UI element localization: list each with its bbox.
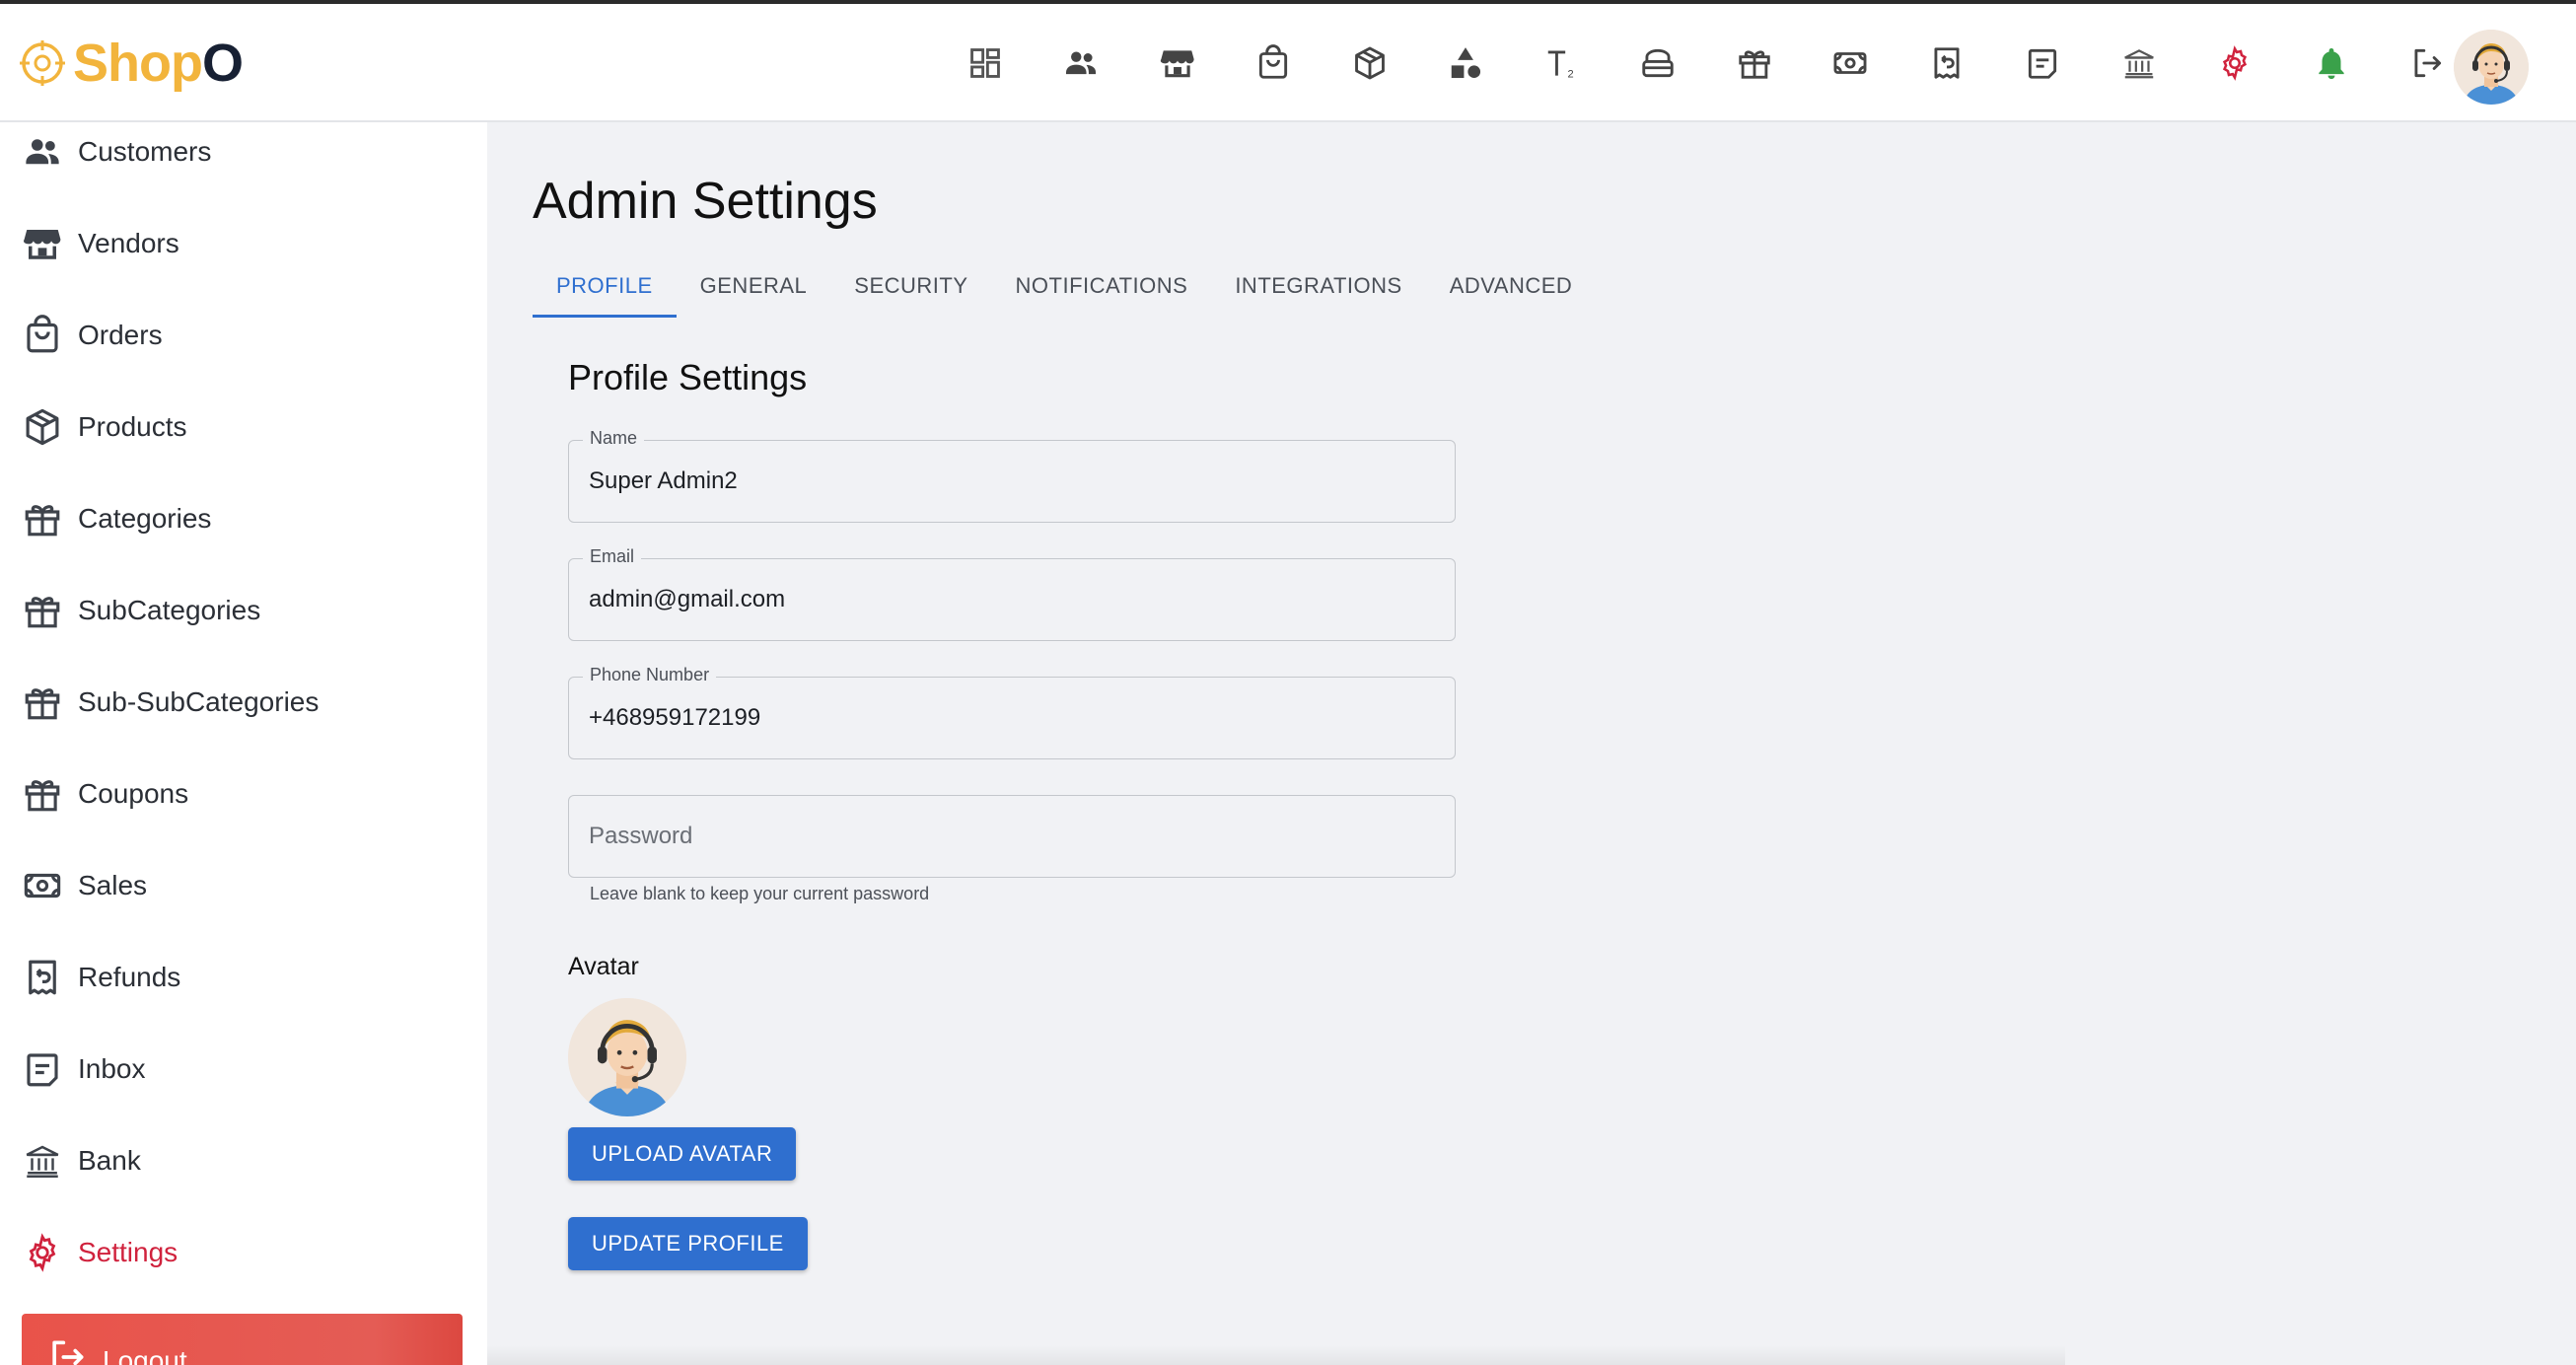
settings-icon <box>29 1233 56 1272</box>
sidebar-item-label: Sales <box>78 870 148 900</box>
avatar-label: Avatar <box>568 953 639 980</box>
main-content: Admin Settings PROFILE GENERAL SECURITY … <box>487 122 2576 1365</box>
shopo-logo[interactable]: ShopO <box>20 33 244 94</box>
user-avatar[interactable] <box>2454 30 2529 105</box>
sidebar-item-label: Categories <box>78 503 212 534</box>
sales-icon[interactable] <box>1803 28 1899 99</box>
password-field <box>568 795 1456 878</box>
settings-icon[interactable] <box>2187 28 2284 99</box>
sidebar-item-label: Settings <box>78 1237 179 1267</box>
sidebar-item-label: Coupons <box>78 778 189 809</box>
avatar-image <box>2454 30 2529 105</box>
sidebar-item-sales[interactable]: Sales <box>22 856 465 915</box>
products-icon[interactable] <box>1322 28 1418 99</box>
sidebar-item-label: Inbox <box>78 1053 146 1084</box>
tab-security[interactable]: SECURITY <box>830 256 991 316</box>
settings-tabs: PROFILE GENERAL SECURITY NOTIFICATIONS I… <box>533 256 1597 318</box>
tab-advanced[interactable]: ADVANCED <box>1426 256 1597 316</box>
sidebar-item-label: Refunds <box>78 962 181 992</box>
subcategories-icon[interactable]: 2 <box>1514 28 1610 99</box>
upload-avatar-button[interactable]: UPLOAD AVATAR <box>568 1127 797 1181</box>
coupons-icon[interactable] <box>1706 28 1803 99</box>
sidebar-item-customers[interactable]: Customers <box>22 122 465 181</box>
sidebar: Customers Vendors Orders Products Catego… <box>0 122 487 1365</box>
sidebar-item-bank[interactable]: Bank <box>22 1131 465 1190</box>
logout-label: Logout <box>103 1345 187 1365</box>
sidebar-item-sub-subcategories[interactable]: Sub-SubCategories <box>22 673 465 732</box>
sidebar-item-orders[interactable]: Orders <box>22 306 465 365</box>
logout-icon <box>52 1340 84 1365</box>
update-profile-button[interactable]: UPDATE PROFILE <box>568 1217 808 1270</box>
logo-text-o: O <box>201 34 244 93</box>
sidebar-item-label: Vendors <box>78 228 179 258</box>
sidebar-item-categories[interactable]: Categories <box>22 489 465 548</box>
sidebar-item-label: Sub-SubCategories <box>78 686 320 717</box>
logo-text-shop: Shop <box>73 34 203 93</box>
sidebar-item-vendors[interactable]: Vendors <box>22 214 465 273</box>
bottom-fade <box>487 1345 2065 1365</box>
sidebar-item-label: Orders <box>78 320 163 350</box>
inbox-icon <box>27 1053 58 1087</box>
password-helper-text: Leave blank to keep your current passwor… <box>590 884 930 903</box>
customers-icon <box>26 139 59 165</box>
avatar-image <box>568 998 686 1116</box>
password-input[interactable] <box>589 796 1437 877</box>
orders-icon[interactable] <box>1226 28 1323 99</box>
dashboard-icon[interactable] <box>937 28 1034 99</box>
vendors-icon <box>24 230 61 259</box>
phone-input[interactable] <box>589 678 1437 758</box>
page-title: Admin Settings <box>533 173 878 230</box>
sales-icon <box>24 873 61 898</box>
sidebar-item-label: Customers <box>78 136 212 167</box>
name-input[interactable] <box>589 441 1437 522</box>
sub-subcategories-icon[interactable] <box>1610 28 1707 99</box>
sidebar-item-inbox[interactable]: Inbox <box>22 1040 465 1099</box>
subcategories-gift-icon <box>25 597 60 628</box>
logo-target-icon <box>20 40 65 86</box>
tab-profile[interactable]: PROFILE <box>533 256 677 318</box>
refunds-icon <box>29 960 56 995</box>
tab-integrations[interactable]: INTEGRATIONS <box>1211 256 1425 316</box>
products-icon <box>26 408 59 446</box>
inbox-icon[interactable] <box>1995 28 2092 99</box>
orders-icon <box>27 315 58 353</box>
logo-text: ShopO <box>73 33 244 94</box>
sidebar-item-label: Bank <box>78 1145 141 1176</box>
notifications-bell-icon[interactable] <box>2283 28 2380 99</box>
svg-text:2: 2 <box>1567 68 1573 80</box>
bank-icon[interactable] <box>2091 28 2187 99</box>
refunds-icon[interactable] <box>1898 28 1995 99</box>
email-input[interactable] <box>589 559 1437 640</box>
top-header: ShopO 2 <box>0 4 2576 122</box>
sidebar-item-products[interactable]: Products <box>22 397 465 457</box>
tab-notifications[interactable]: NOTIFICATIONS <box>992 256 1212 316</box>
sidebar-item-label: SubCategories <box>78 595 261 625</box>
tab-general[interactable]: GENERAL <box>677 256 831 316</box>
categories-icon[interactable] <box>1418 28 1515 99</box>
email-field: Email <box>568 546 1456 641</box>
sub-subcategories-gift-icon <box>25 688 60 720</box>
profile-avatar-preview <box>568 998 686 1116</box>
sidebar-item-coupons[interactable]: Coupons <box>22 764 465 824</box>
name-field: Name <box>568 428 1456 523</box>
sidebar-item-label: Products <box>78 411 187 442</box>
categories-gift-icon <box>25 505 60 537</box>
phone-field: Phone Number <box>568 665 1456 759</box>
sidebar-item-refunds[interactable]: Refunds <box>22 948 465 1007</box>
vendors-icon[interactable] <box>1129 28 1226 99</box>
coupons-gift-icon <box>25 780 60 812</box>
header-nav-icons: 2 <box>937 28 2475 99</box>
customers-icon[interactable] <box>1034 28 1130 99</box>
sidebar-item-settings[interactable]: Settings <box>22 1223 465 1282</box>
bank-icon <box>26 1145 59 1178</box>
sidebar-item-subcategories[interactable]: SubCategories <box>22 581 465 640</box>
logout-button[interactable]: Logout <box>22 1314 463 1365</box>
section-title: Profile Settings <box>568 357 808 397</box>
